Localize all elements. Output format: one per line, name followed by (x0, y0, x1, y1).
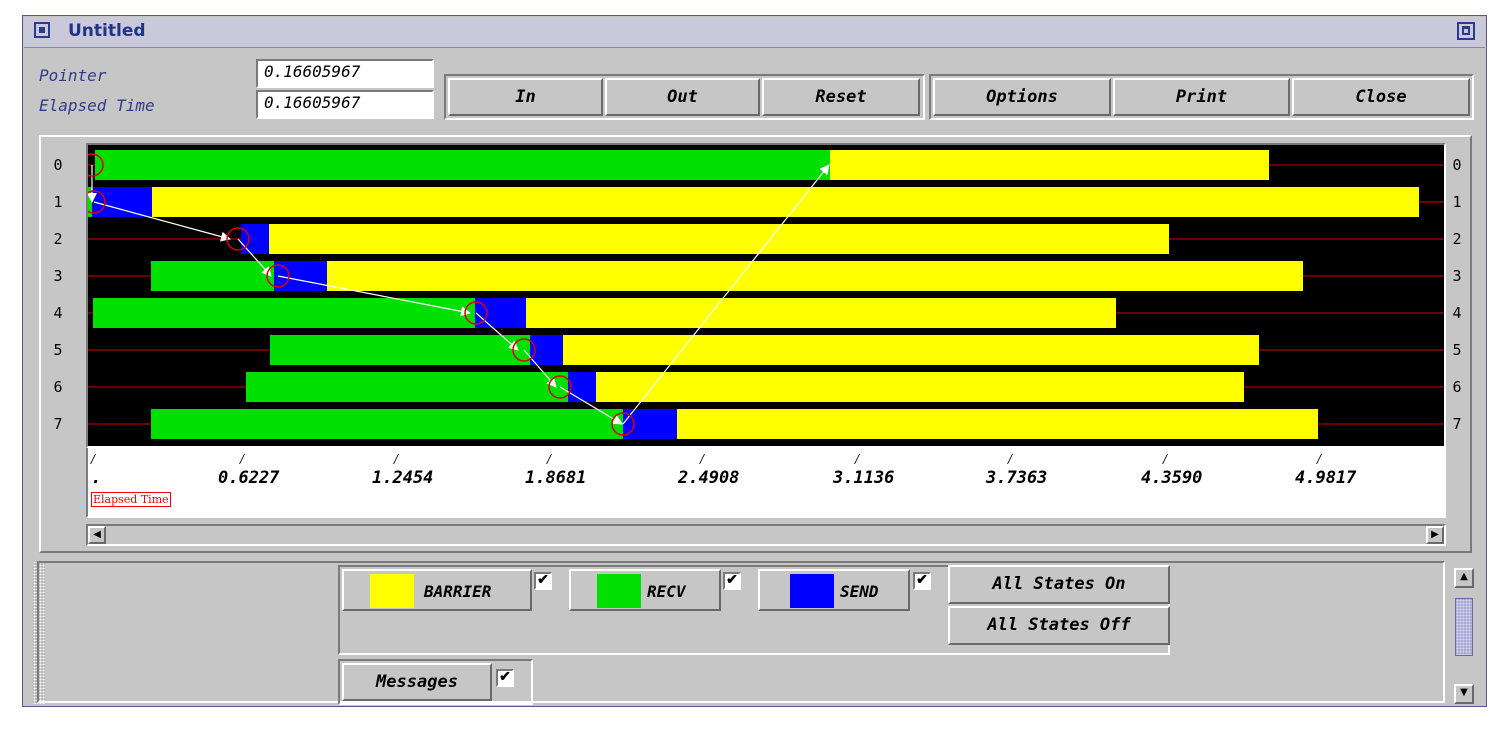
window-menu-icon[interactable] (34, 22, 50, 38)
state-bar-send-row1 (92, 187, 152, 217)
tick-label: 3.7363 (986, 468, 1048, 488)
options-button[interactable]: Options (933, 78, 1111, 116)
barrier-label: BARRIER (424, 582, 492, 601)
state-bar-barrier-row0 (830, 150, 1269, 180)
state-bar-recv-row0 (95, 150, 830, 180)
row-label-left-4: 4 (53, 304, 63, 322)
close-button[interactable]: Close (1292, 78, 1470, 116)
tick-mark: / (240, 452, 245, 466)
row-label-left-7: 7 (53, 415, 63, 433)
state-bar-barrier-row3 (327, 261, 1303, 291)
row-label-right-1: 1 (1452, 193, 1462, 211)
state-bar-send-row2 (241, 224, 269, 254)
legend-barrier-button[interactable]: BARRIER (342, 569, 532, 611)
tick-label: 1.2454 (372, 468, 434, 488)
tick-mark: / (1317, 452, 1322, 466)
title-bar: Untitled (24, 17, 1485, 48)
window-title: Untitled (68, 21, 146, 41)
recv-label: RECV (647, 582, 686, 601)
tick-label: 4.3590 (1141, 468, 1203, 488)
legend-send-button[interactable]: SEND (758, 569, 910, 611)
horizontal-scrollbar[interactable]: ◀ ▶ (86, 524, 1446, 546)
print-button[interactable]: Print (1113, 78, 1290, 116)
row-label-right-3: 3 (1452, 267, 1462, 285)
state-bar-recv-row7 (151, 409, 623, 439)
scroll-down-icon[interactable]: ▼ (1454, 684, 1474, 704)
legend-recv-button[interactable]: RECV (569, 569, 721, 611)
state-bar-barrier-row1 (152, 187, 1419, 217)
state-bar-barrier-row5 (563, 335, 1259, 365)
reset-button[interactable]: Reset (762, 78, 920, 116)
scroll-thumb[interactable] (1455, 598, 1473, 656)
send-swatch (790, 574, 834, 608)
state-bar-send-row6 (568, 372, 596, 402)
scroll-right-icon[interactable]: ▶ (1426, 526, 1444, 544)
row-label-left-1: 1 (53, 193, 63, 211)
tick-label: 2.4908 (678, 468, 740, 488)
tick-label: 3.1136 (833, 468, 895, 488)
pointer-field[interactable]: 0.16605967 (256, 59, 434, 88)
send-label: SEND (840, 582, 879, 601)
vertical-scrollbar[interactable]: ▲ ▼ (1454, 568, 1474, 704)
tick-mark: / (1163, 452, 1168, 466)
state-bar-barrier-row7 (677, 409, 1318, 439)
scroll-up-icon[interactable]: ▲ (1454, 568, 1474, 588)
row-label-right-7: 7 (1452, 415, 1462, 433)
tick-mark: / (394, 452, 399, 466)
barrier-swatch (370, 574, 414, 608)
row-label-left-2: 2 (53, 230, 63, 248)
row-label-left-6: 6 (53, 378, 63, 396)
zoom-in-button[interactable]: In (448, 78, 603, 116)
send-checkbox[interactable]: ✔ (913, 572, 931, 590)
row-label-left-0: 0 (53, 156, 63, 174)
tick-mark: / (91, 452, 96, 466)
recv-checkbox[interactable]: ✔ (723, 572, 741, 590)
timeline-window: Untitled Pointer 0.16605967 Elapsed Time… (22, 15, 1487, 707)
state-bar-recv-row3 (151, 261, 274, 291)
messages-checkbox[interactable]: ✔ (496, 669, 514, 687)
state-bar-recv-row6 (246, 372, 568, 402)
scroll-left-icon[interactable]: ◀ (88, 526, 106, 544)
state-bar-barrier-row6 (596, 372, 1244, 402)
tick-label: 4.9817 (1295, 468, 1357, 488)
row-label-left-3: 3 (53, 267, 63, 285)
tick-label: . (91, 468, 102, 488)
state-bar-recv-row5 (270, 335, 530, 365)
all-states-on-button[interactable]: All States On (948, 565, 1170, 604)
tick-mark: / (855, 452, 860, 466)
elapsed-time-label: Elapsed Time (39, 96, 155, 115)
messages-button[interactable]: Messages (342, 663, 492, 701)
state-bar-barrier-row4 (526, 298, 1116, 328)
pointer-label: Pointer (39, 66, 107, 85)
maximize-icon[interactable] (1457, 22, 1475, 40)
row-label-right-2: 2 (1452, 230, 1462, 248)
all-states-off-button[interactable]: All States Off (948, 606, 1170, 645)
row-label-right-5: 5 (1452, 341, 1462, 359)
row-label-right-6: 6 (1452, 378, 1462, 396)
elapsed-time-field[interactable]: 0.16605967 (256, 90, 434, 119)
time-axis: /. / 0.6227 / 1.2454 / 1.8681 / 2.4908 / 3.1136 / 3.… (86, 448, 1446, 518)
state-bar-barrier-row2 (269, 224, 1169, 254)
tick-label: 1.8681 (525, 468, 587, 488)
row-label-left-5: 5 (53, 341, 63, 359)
row-label-right-4: 4 (1452, 304, 1462, 322)
tick-mark: / (700, 452, 705, 466)
timeline-canvas[interactable] (86, 143, 1446, 448)
tick-label: 0.6227 (218, 468, 280, 488)
tick-mark: / (547, 452, 552, 466)
zoom-out-button[interactable]: Out (605, 78, 760, 116)
state-bar-send-row4 (475, 298, 526, 328)
timeline-svg (88, 150, 1444, 439)
axis-label: Elapsed Time (91, 492, 171, 507)
recv-swatch (597, 574, 641, 608)
row-label-right-0: 0 (1452, 156, 1462, 174)
tick-mark: / (1008, 452, 1013, 466)
barrier-checkbox[interactable]: ✔ (534, 572, 552, 590)
